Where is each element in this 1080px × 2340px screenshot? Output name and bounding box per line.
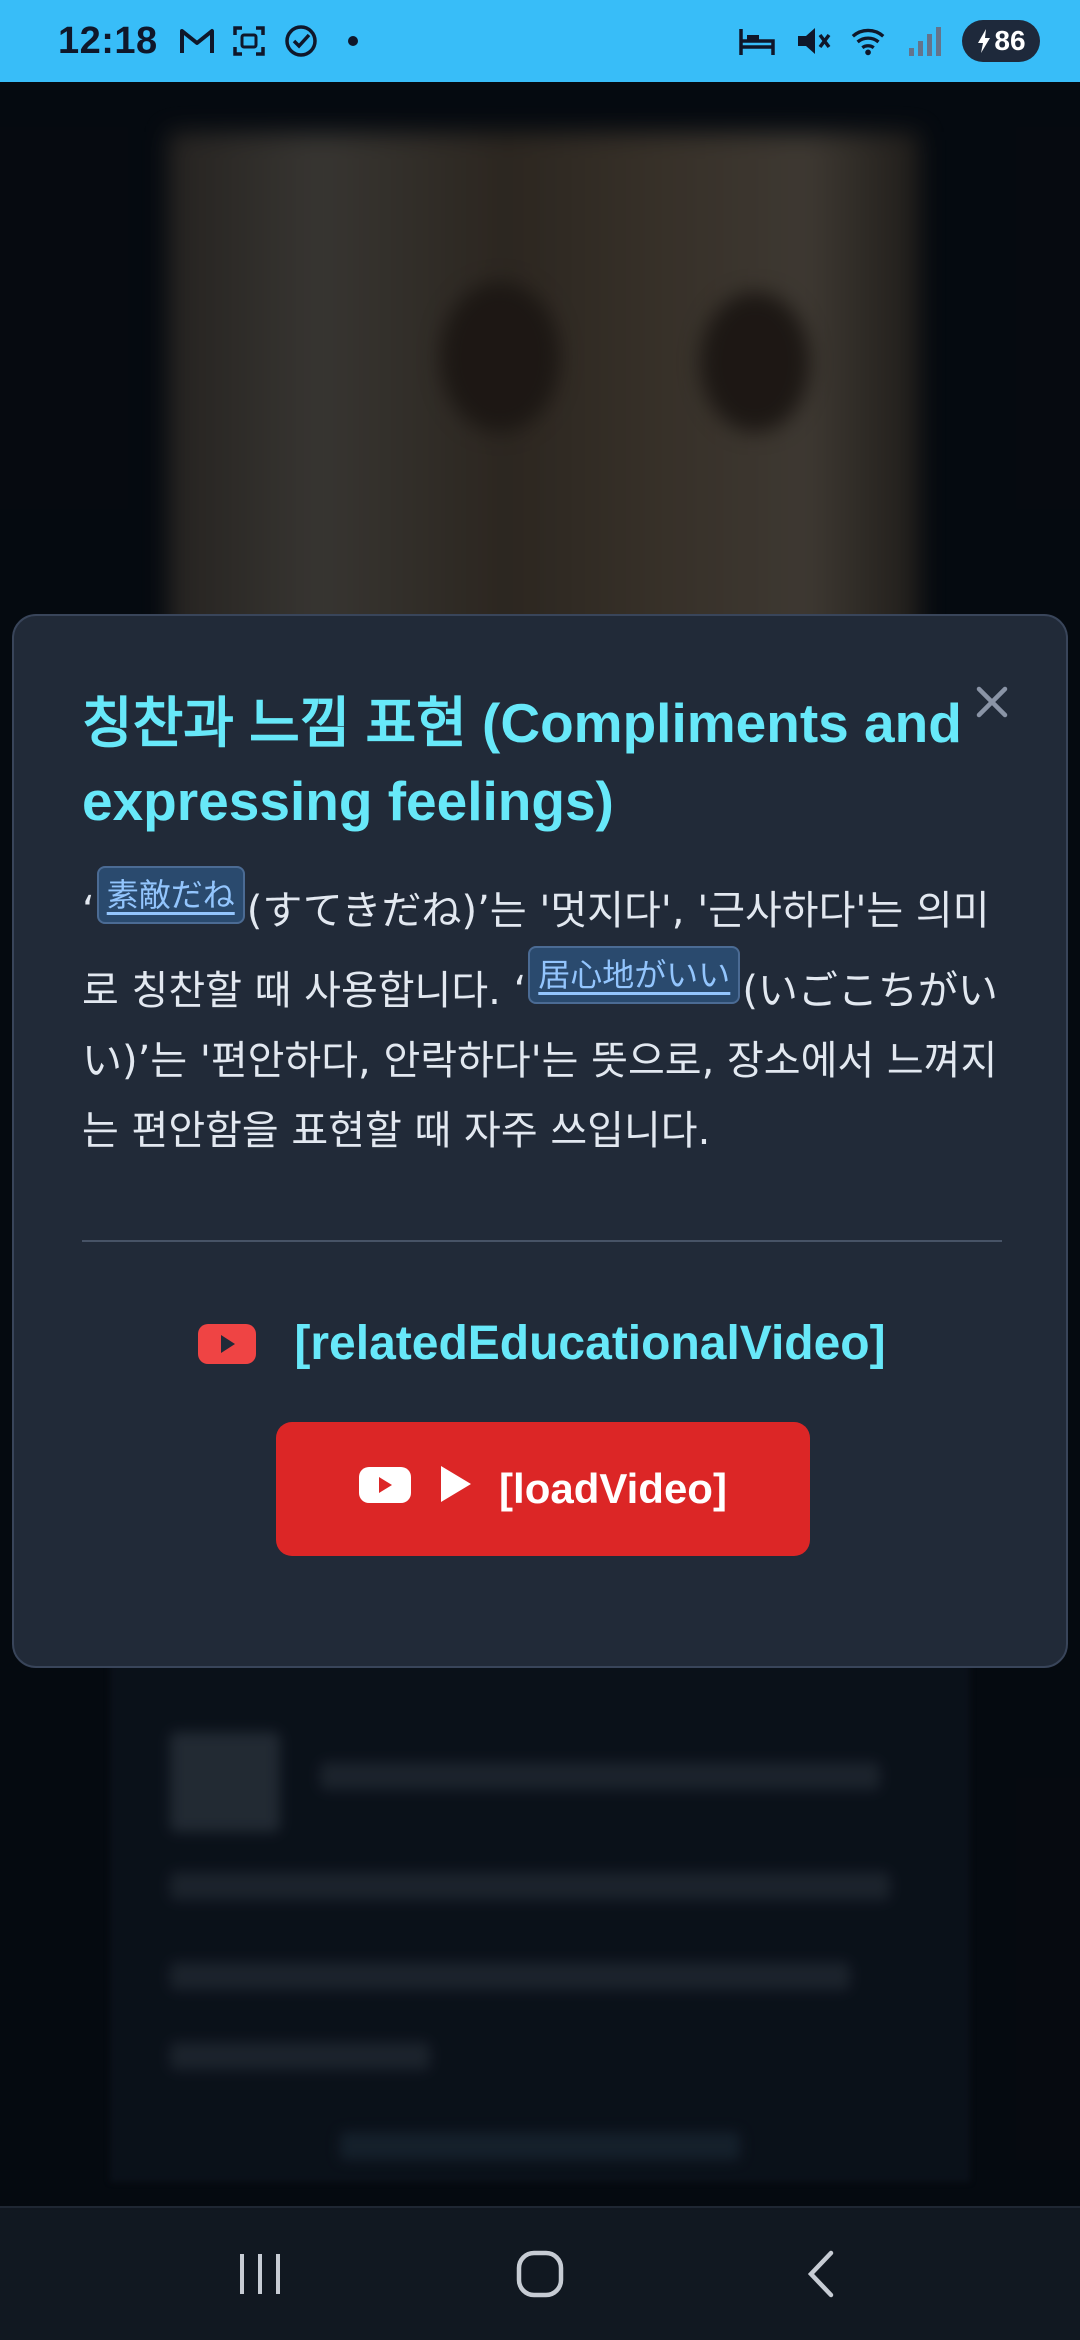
wifi-icon: [850, 22, 888, 60]
load-video-button[interactable]: [loadVideo]: [276, 1422, 810, 1556]
home-button[interactable]: [495, 2229, 585, 2319]
bed-icon: [738, 22, 776, 60]
status-time: 12:18: [58, 19, 158, 62]
youtube-icon: [198, 1323, 257, 1364]
dot-icon: [334, 22, 372, 60]
screen: 12:18 86 칭찬과 느낌 표현 (Compliments and expr…: [0, 0, 1080, 2340]
back-button[interactable]: [775, 2229, 865, 2319]
gmail-icon: [178, 22, 216, 60]
battery-level: 86: [994, 25, 1026, 56]
status-bar: 12:18 86: [0, 0, 1080, 82]
status-right-icons: 86: [738, 20, 1040, 62]
signal-icon: [906, 22, 944, 60]
mute-icon: [794, 22, 832, 60]
modal-body: ‘素敵だね (すてきだね)’는 '멋지다', '근사하다'는 의미로 칭찬할 때 …: [82, 866, 1022, 1166]
system-nav-bar: [0, 2206, 1080, 2340]
back-icon: [807, 2250, 834, 2298]
divider: [82, 1240, 1002, 1242]
status-left-icons: [178, 22, 372, 60]
play-icon: [437, 1464, 473, 1514]
check-circle-icon: [282, 22, 320, 60]
japanese-term-link[interactable]: 居心地がいい: [528, 946, 741, 1004]
body-text: ‘: [82, 888, 95, 934]
home-icon: [516, 2250, 564, 2298]
related-video-heading: [relatedEducationalVideo]: [14, 1316, 1070, 1371]
battery-indicator: 86: [962, 20, 1040, 62]
related-video-label: [relatedEducationalVideo]: [294, 1317, 886, 1370]
japanese-term-link[interactable]: 素敵だね: [96, 866, 245, 924]
screenshot-icon: [230, 22, 268, 60]
recent-apps-icon: [240, 2254, 280, 2294]
explanation-modal: 칭찬과 느낌 표현 (Compliments and expressing fe…: [12, 614, 1068, 1668]
recent-apps-button[interactable]: [215, 2229, 305, 2319]
load-video-label: [loadVideo]: [499, 1465, 727, 1512]
youtube-icon: [359, 1465, 412, 1513]
modal-title: 칭찬과 느낌 표현 (Compliments and expressing fe…: [82, 692, 962, 832]
charging-bolt-icon: [978, 29, 991, 53]
